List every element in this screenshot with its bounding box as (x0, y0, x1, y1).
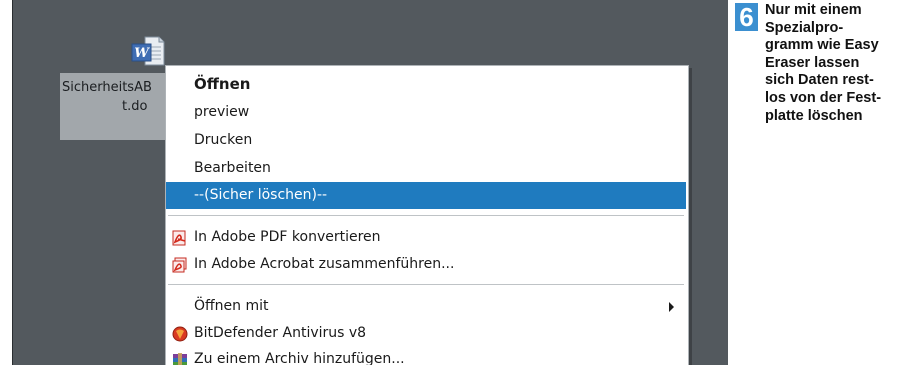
caption-line: Eraser lassen (765, 54, 860, 71)
bitdefender-icon (172, 326, 188, 342)
desktop[interactable]: W SicherheitsAB t.do Öffnen preview Druc… (12, 0, 728, 365)
menu-item-label: In Adobe PDF konvertieren (194, 229, 381, 245)
menu-item-edit[interactable]: Bearbeiten (166, 155, 686, 182)
menu-item-add-to-archive[interactable]: Zu einem Archiv hinzufügen... (166, 346, 686, 365)
submenu-arrow-icon (669, 302, 674, 312)
menu-item-label: Öffnen (194, 75, 251, 93)
figure-number-badge: 6 (735, 3, 758, 31)
menu-item-secure-delete[interactable]: --(Sicher löschen)-- (166, 182, 686, 209)
icon-label-line1: SicherheitsAB (62, 80, 152, 95)
menu-item-preview[interactable]: preview (166, 99, 686, 126)
svg-text:W: W (134, 46, 150, 61)
winrar-archive-icon (172, 352, 188, 365)
menu-item-merge-acrobat[interactable]: In Adobe Acrobat zusammenführen... (166, 251, 686, 278)
icon-label-line2: t.do (122, 99, 148, 114)
caption-line: gramm wie Easy (765, 37, 879, 54)
menu-item-label: Bearbeiten (194, 160, 271, 176)
caption-line: platte löschen (765, 107, 863, 124)
adobe-acrobat-icon (172, 257, 188, 273)
menu-item-bitdefender[interactable]: BitDefender Antivirus v8 (166, 320, 686, 347)
menu-separator (168, 284, 684, 285)
menu-item-label: Drucken (194, 132, 253, 148)
context-menu: Öffnen preview Drucken Bearbeiten --(Sic… (165, 65, 689, 365)
menu-separator (168, 215, 684, 216)
caption-line: sich Daten rest- (765, 72, 874, 89)
menu-item-label: --(Sicher löschen)-- (194, 187, 328, 203)
caption-line: Spezialpro- (765, 19, 844, 36)
menu-item-label: Zu einem Archiv hinzufügen... (194, 351, 405, 365)
caption-line: Nur mit einem (765, 2, 862, 18)
menu-item-open[interactable]: Öffnen (166, 71, 686, 98)
caption-line: los von der Fest- (765, 89, 882, 106)
figure-caption: Nur mit einem Spezialpro- gramm wie Easy… (765, 2, 909, 125)
word-document-icon[interactable]: W (131, 35, 165, 73)
menu-item-label: BitDefender Antivirus v8 (194, 325, 367, 341)
menu-item-convert-pdf[interactable]: In Adobe PDF konvertieren (166, 224, 686, 251)
menu-item-print[interactable]: Drucken (166, 127, 686, 154)
menu-item-label: In Adobe Acrobat zusammenführen... (194, 256, 455, 272)
screenshot: W SicherheitsAB t.do Öffnen preview Druc… (0, 0, 728, 365)
menu-item-open-with[interactable]: Öffnen mit (166, 293, 686, 320)
menu-item-label: Öffnen mit (194, 298, 269, 314)
adobe-pdf-icon (172, 230, 188, 246)
menu-item-label: preview (194, 104, 250, 120)
